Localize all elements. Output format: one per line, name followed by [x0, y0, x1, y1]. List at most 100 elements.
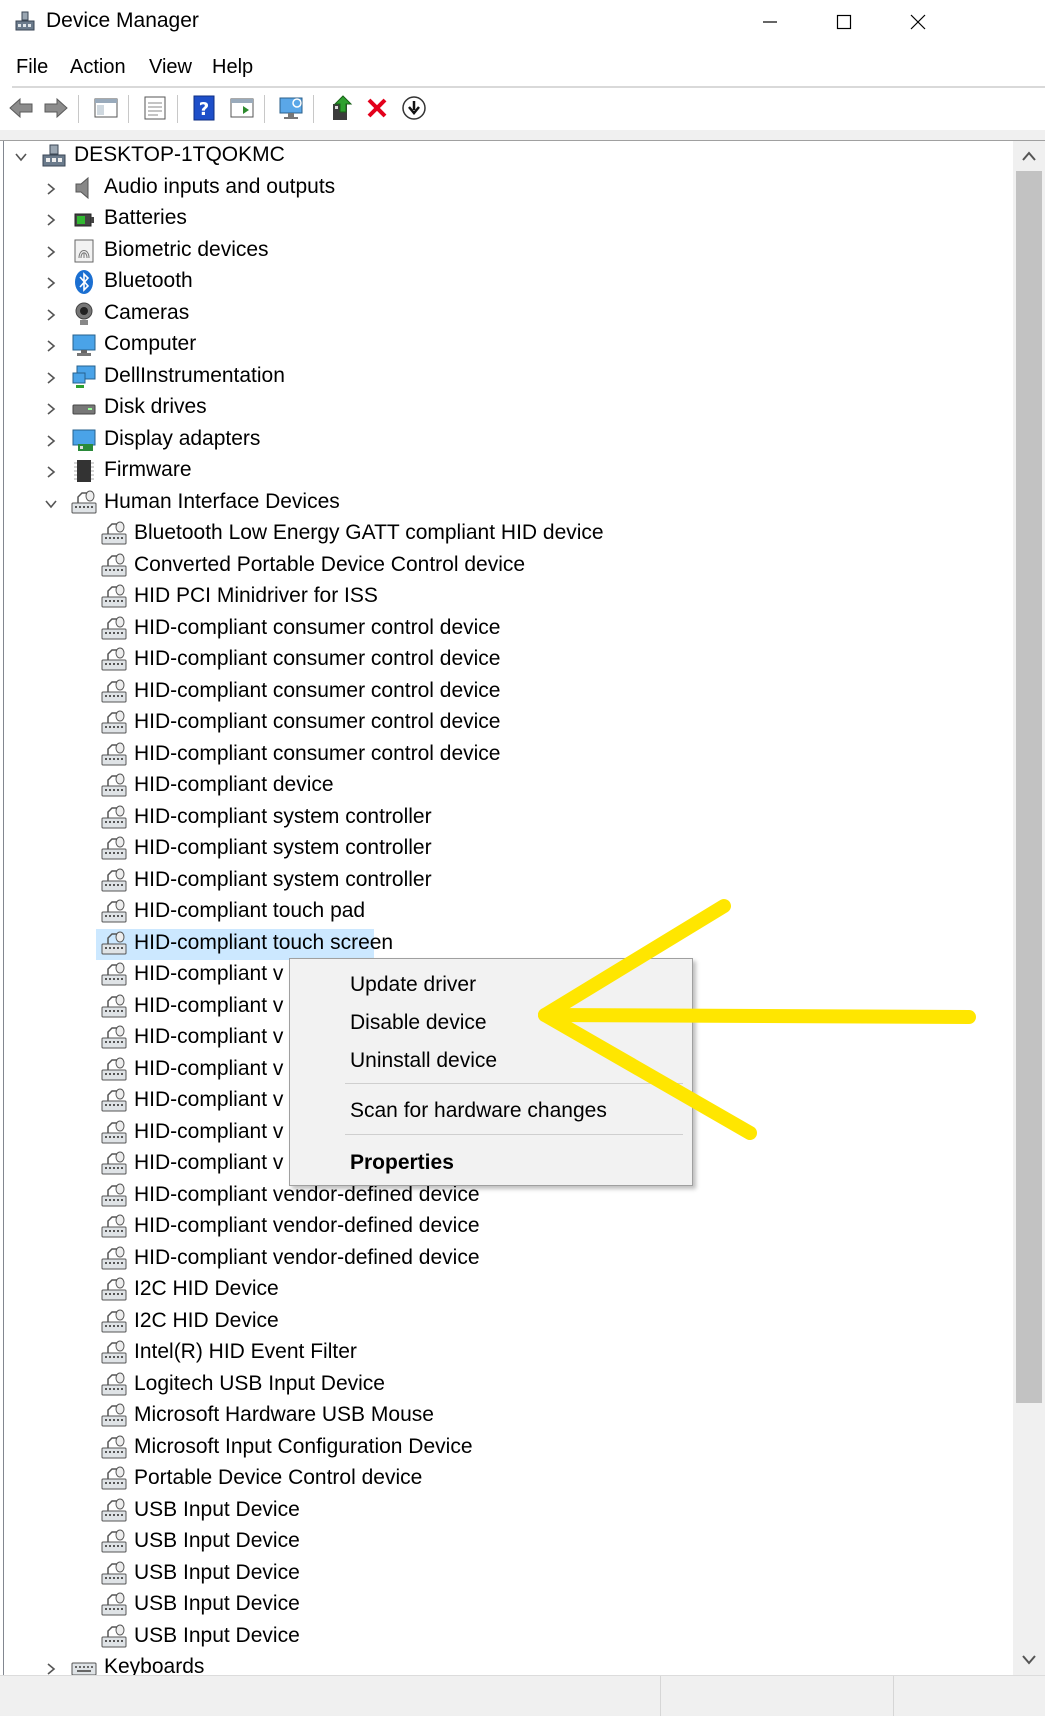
- chevron-right-icon[interactable]: [44, 339, 58, 353]
- tree-device-item[interactable]: USB Input Device: [4, 1559, 1009, 1591]
- tree-device-item[interactable]: HID-compliant system controller: [4, 834, 1009, 866]
- show-hide-console-tree-button[interactable]: [90, 93, 122, 123]
- chevron-right-icon[interactable]: [44, 402, 58, 416]
- device-label: HID-compliant vendor-defined device: [134, 1214, 480, 1237]
- toolbar-separator: [128, 95, 129, 123]
- tree-device-item[interactable]: USB Input Device: [4, 1622, 1009, 1654]
- tree-category-keyboards[interactable]: Keyboards: [4, 1653, 1009, 1675]
- tree-category-item[interactable]: Disk drives: [4, 393, 1009, 425]
- menu-view[interactable]: View: [145, 56, 196, 79]
- tree-device-item[interactable]: HID-compliant vendor-defined device: [4, 1244, 1009, 1276]
- show-hide-console-tree-icon: [94, 98, 118, 118]
- device-label: USB Input Device: [134, 1497, 300, 1521]
- tree-device-item[interactable]: Converted Portable Device Control device: [4, 551, 1009, 583]
- close-button[interactable]: [889, 6, 947, 38]
- tree-category-item[interactable]: DellInstrumentation: [4, 362, 1009, 394]
- tree-device-item[interactable]: Portable Device Control device: [4, 1464, 1009, 1496]
- tree-device-item[interactable]: USB Input Device: [4, 1496, 1009, 1528]
- scrollbar-thumb[interactable]: [1016, 171, 1042, 1403]
- tree-device-item[interactable]: Microsoft Hardware USB Mouse: [4, 1401, 1009, 1433]
- chevron-right-icon[interactable]: [44, 213, 58, 227]
- device-label: HID-compliant touch screen: [134, 930, 394, 954]
- menu-item-disable-device[interactable]: Disable device: [350, 1011, 487, 1035]
- chevron-right-icon[interactable]: [44, 245, 58, 259]
- tree-device-item[interactable]: HID-compliant consumer control device: [4, 677, 1009, 709]
- chevron-down-icon[interactable]: [14, 150, 28, 164]
- menu-item-uninstall-device[interactable]: Uninstall device: [350, 1049, 497, 1073]
- keyboard-icon: [71, 1662, 97, 1675]
- tree-device-item[interactable]: HID-compliant consumer control device: [4, 708, 1009, 740]
- help-button[interactable]: ?: [188, 93, 220, 123]
- display-adapter-icon: [72, 429, 96, 451]
- device-label: HID-compliant consumer control device: [134, 615, 501, 639]
- menu-help[interactable]: Help: [208, 56, 257, 79]
- tree-device-item[interactable]: HID PCI Minidriver for ISS: [4, 582, 1009, 614]
- disable-device-icon: [402, 96, 426, 120]
- tree-category-item[interactable]: Batteries: [4, 204, 1009, 236]
- tree-category-item[interactable]: Cameras: [4, 299, 1009, 331]
- back-button[interactable]: [5, 93, 37, 123]
- tree-device-item[interactable]: Microsoft Input Configuration Device: [4, 1433, 1009, 1465]
- forward-button[interactable]: [40, 93, 72, 123]
- toolbar-separator: [78, 95, 79, 123]
- tree-device-item[interactable]: USB Input Device: [4, 1590, 1009, 1622]
- chevron-right-icon[interactable]: [44, 182, 58, 196]
- tree-device-item[interactable]: Intel(R) HID Event Filter: [4, 1338, 1009, 1370]
- menu-file[interactable]: File: [12, 56, 52, 79]
- device-manager-app-icon: [15, 11, 35, 31]
- tree-device-item[interactable]: I2C HID Device: [4, 1275, 1009, 1307]
- scroll-down-button[interactable]: [1013, 1645, 1045, 1675]
- tree-device-item[interactable]: HID-compliant system controller: [4, 866, 1009, 898]
- chevron-right-icon[interactable]: [44, 371, 58, 385]
- update-driver-icon: [333, 95, 353, 120]
- tree-category-item[interactable]: Bluetooth: [4, 267, 1009, 299]
- disable-device-button[interactable]: [398, 93, 430, 123]
- tree-device-item[interactable]: HID-compliant consumer control device: [4, 740, 1009, 772]
- uninstall-device-button[interactable]: [361, 93, 393, 123]
- chevron-down-icon[interactable]: [44, 497, 58, 511]
- tree-category-item[interactable]: Audio inputs and outputs: [4, 173, 1009, 205]
- chevron-right-icon[interactable]: [44, 465, 58, 479]
- tree-root-computer[interactable]: DESKTOP-1TQOKMC: [4, 141, 1009, 173]
- tree-device-item-selected[interactable]: HID-compliant touch screen: [96, 928, 393, 960]
- tree-device-item[interactable]: USB Input Device: [4, 1527, 1009, 1559]
- tree-category-item[interactable]: Firmware: [4, 456, 1009, 488]
- tree-category-item[interactable]: Biometric devices: [4, 236, 1009, 268]
- device-tree[interactable]: DESKTOP-1TQOKMC Audio inputs and outputs B…: [3, 141, 1014, 1675]
- maximize-button[interactable]: [815, 6, 873, 38]
- hid-icon: [101, 1529, 127, 1553]
- scan-hardware-button[interactable]: [275, 93, 307, 123]
- chevron-right-icon[interactable]: [44, 308, 58, 322]
- tree-device-item[interactable]: Bluetooth Low Energy GATT compliant HID …: [4, 519, 1009, 551]
- tree-device-item[interactable]: HID-compliant touch pad: [4, 897, 1009, 929]
- update-driver-button[interactable]: [325, 93, 357, 123]
- tree-category-human-interface-devices[interactable]: Human Interface Devices: [4, 488, 1009, 520]
- tree-device-item[interactable]: I2C HID Device: [4, 1307, 1009, 1339]
- vertical-scrollbar[interactable]: [1013, 141, 1045, 1675]
- hid-icon: [101, 773, 127, 797]
- tree-category-item[interactable]: Computer: [4, 330, 1009, 362]
- minimize-button[interactable]: [741, 6, 799, 38]
- tree-device-item[interactable]: HID-compliant consumer control device: [4, 645, 1009, 677]
- chevron-right-icon[interactable]: [44, 434, 58, 448]
- menu-item-properties[interactable]: Properties: [350, 1151, 454, 1175]
- menu-action[interactable]: Action: [66, 56, 130, 79]
- device-label: USB Input Device: [134, 1623, 300, 1647]
- chevron-right-icon[interactable]: [44, 1662, 58, 1675]
- tree-device-item[interactable]: HID-compliant system controller: [4, 803, 1009, 835]
- menu-item-scan-hardware[interactable]: Scan for hardware changes: [350, 1099, 607, 1123]
- tree-device-item[interactable]: Logitech USB Input Device: [4, 1370, 1009, 1402]
- chevron-right-icon[interactable]: [44, 276, 58, 290]
- tree-device-item[interactable]: HID-compliant vendor-defined device: [4, 1212, 1009, 1244]
- status-bar: [0, 1675, 1045, 1716]
- tree-device-item[interactable]: HID-compliant consumer control device: [4, 614, 1009, 646]
- menu-item-update-driver[interactable]: Update driver: [350, 973, 476, 997]
- tree-device-item[interactable]: HID-compliant device: [4, 771, 1009, 803]
- device-label: USB Input Device: [134, 1592, 300, 1615]
- scroll-up-button[interactable]: [1013, 141, 1045, 171]
- properties-button[interactable]: [139, 93, 171, 123]
- hid-icon: [101, 1309, 127, 1332]
- action-pane-button[interactable]: [226, 93, 258, 123]
- tree-category-item[interactable]: Display adapters: [4, 425, 1009, 457]
- hid-icon: [101, 1246, 127, 1269]
